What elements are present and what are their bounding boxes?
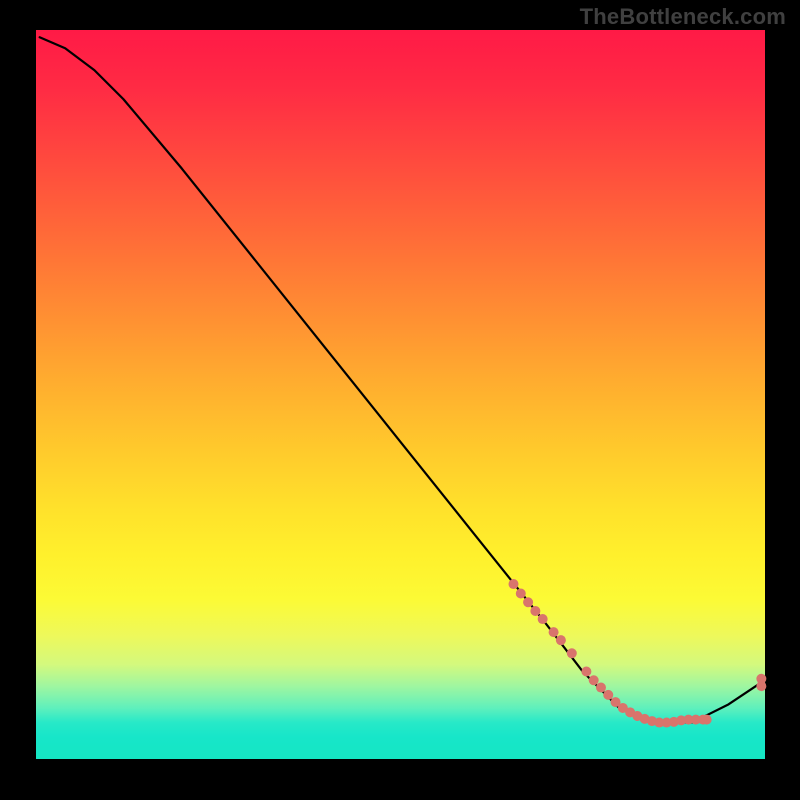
marker-dot bbox=[523, 597, 533, 607]
marker-dot bbox=[516, 589, 526, 599]
marker-dot bbox=[530, 606, 540, 616]
marker-dot bbox=[589, 675, 599, 685]
marker-dot bbox=[702, 715, 712, 725]
curve-line bbox=[40, 37, 762, 722]
marker-dot bbox=[538, 614, 548, 624]
marker-dot bbox=[549, 627, 559, 637]
marker-dot bbox=[603, 690, 613, 700]
plot-area bbox=[36, 30, 765, 759]
chart-frame: TheBottleneck.com bbox=[0, 0, 800, 800]
marker-dot bbox=[567, 648, 577, 658]
marker-dot bbox=[581, 667, 591, 677]
marker-dot bbox=[596, 683, 606, 693]
chart-overlay bbox=[36, 30, 765, 759]
marker-dot bbox=[556, 635, 566, 645]
marker-dot bbox=[756, 674, 766, 684]
watermark-text: TheBottleneck.com bbox=[580, 4, 786, 30]
marker-dot bbox=[509, 579, 519, 589]
